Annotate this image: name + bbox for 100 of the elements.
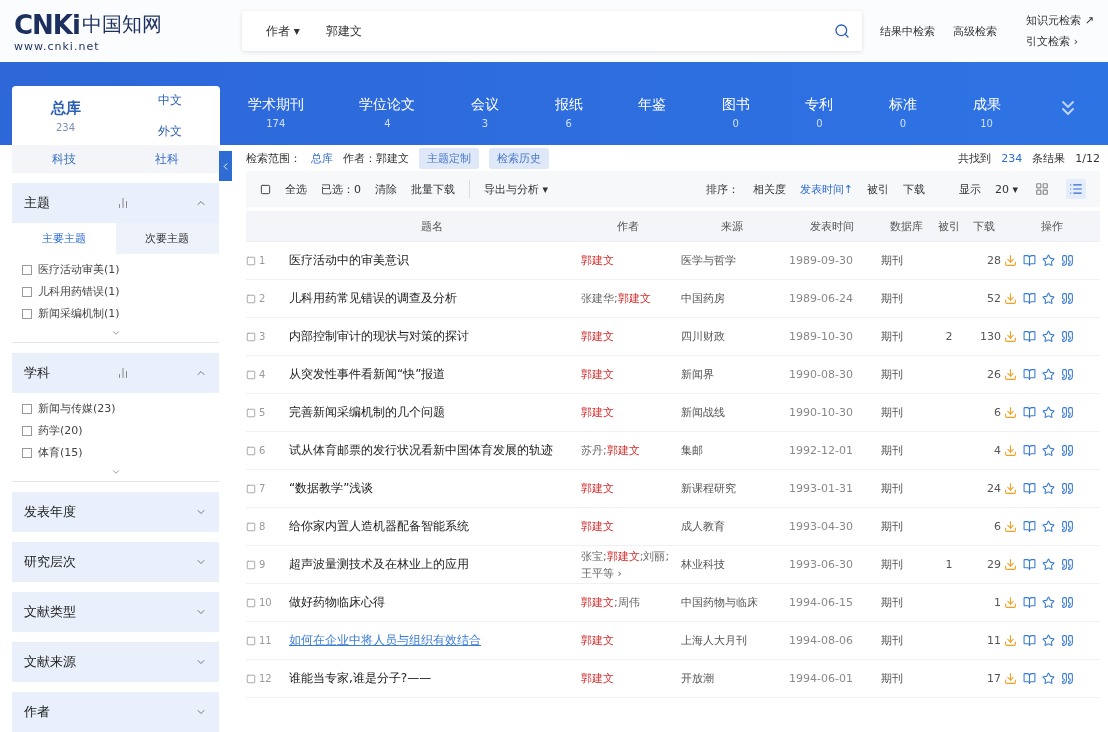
author-name[interactable]: 苏丹; [581, 444, 607, 457]
download-icon[interactable] [1004, 444, 1017, 457]
filter-header[interactable]: 学科 [12, 353, 220, 393]
read-icon[interactable] [1023, 596, 1036, 609]
download-icon[interactable] [1004, 368, 1017, 381]
collect-icon[interactable] [1042, 558, 1055, 571]
collect-icon[interactable] [1042, 292, 1055, 305]
download-icon[interactable] [1004, 406, 1017, 419]
read-icon[interactable] [1023, 368, 1036, 381]
column-header[interactable]: 下载 [964, 218, 1004, 234]
download-icon[interactable] [1004, 254, 1017, 267]
article-title[interactable]: 从突发性事件看新闻“快”报道 [286, 366, 578, 383]
column-header[interactable]: 被引 [934, 218, 964, 234]
checkbox-icon[interactable] [246, 673, 256, 684]
column-header[interactable]: 作者 [578, 218, 678, 234]
database-tab[interactable]: 图书 0 [721, 96, 750, 129]
search-link[interactable]: 结果中检索 [880, 23, 935, 39]
author-name[interactable]: 郭建文 [581, 520, 614, 533]
field-select[interactable]: 作者 ▾ [266, 22, 300, 40]
read-icon[interactable] [1023, 292, 1036, 305]
download-icon[interactable] [1004, 634, 1017, 647]
author-name[interactable]: 郭建文 [581, 634, 614, 647]
article-title[interactable]: 给你家内置人造机器配备智能系统 [286, 518, 578, 535]
checkbox[interactable] [22, 264, 32, 275]
checkbox-icon[interactable] [246, 597, 256, 608]
read-icon[interactable] [1023, 254, 1036, 267]
checkbox-icon[interactable] [260, 183, 271, 195]
read-icon[interactable] [1023, 634, 1036, 647]
filter-header[interactable]: 研究层次 [12, 542, 220, 582]
scope-title[interactable]: 总库 [50, 98, 81, 118]
filter-option[interactable]: 医疗活动审美(1) [22, 262, 210, 277]
filter-option[interactable]: 儿科用药错误(1) [22, 284, 210, 299]
checkbox-icon[interactable] [246, 559, 256, 570]
collapse-handle[interactable] [219, 151, 232, 181]
download-icon[interactable] [1004, 596, 1017, 609]
author-name[interactable]: 张宝; [581, 549, 607, 563]
database-tab[interactable]: 成果 10 [972, 96, 1001, 129]
checkbox[interactable] [22, 403, 32, 414]
read-icon[interactable] [1023, 406, 1036, 419]
quote-icon[interactable] [1061, 292, 1074, 305]
download-icon[interactable] [1004, 672, 1017, 685]
checkbox-icon[interactable] [246, 635, 256, 646]
sort-option[interactable]: 相关度 [752, 181, 786, 197]
more-icon[interactable] [110, 328, 121, 338]
language-link[interactable]: 外文 [157, 122, 182, 140]
database-tab[interactable]: 会议 3 [471, 96, 499, 129]
search-field[interactable]: 作者 ▾ 郭建文 [242, 11, 862, 51]
collect-icon[interactable] [1042, 254, 1055, 267]
database-tab[interactable]: 标准 0 [888, 96, 917, 129]
chart-icon[interactable] [116, 197, 129, 209]
collect-icon[interactable] [1042, 520, 1055, 533]
batch-download[interactable]: 批量下载 [411, 181, 455, 197]
filter-header[interactable]: 作者 [12, 692, 220, 732]
collect-icon[interactable] [1042, 368, 1055, 381]
collect-icon[interactable] [1042, 406, 1055, 419]
quote-icon[interactable] [1061, 520, 1074, 533]
article-title[interactable]: 内部控制审计的现状与对策的探讨 [286, 328, 578, 345]
read-icon[interactable] [1023, 482, 1036, 495]
search-link[interactable]: 引文检索 › [1026, 34, 1094, 49]
author-name[interactable]: 郭建文 [606, 444, 640, 457]
quote-icon[interactable] [1061, 672, 1074, 685]
more-icon[interactable] [110, 467, 121, 477]
article-title[interactable]: 医疗活动中的审美意识 [286, 252, 578, 269]
download-icon[interactable] [1004, 482, 1017, 495]
author-name[interactable]: ;刘丽; [639, 549, 670, 563]
author-name[interactable]: 郭建文 [581, 672, 614, 685]
author-name[interactable]: 郭建文 [581, 330, 614, 343]
author-name[interactable]: 王平等 › [581, 566, 622, 580]
quote-icon[interactable] [1061, 482, 1074, 495]
article-title[interactable]: 做好药物临床心得 [286, 594, 578, 611]
checkbox-icon[interactable] [246, 483, 256, 494]
export-menu[interactable]: 导出与分析 ▾ [484, 181, 549, 197]
author-name[interactable]: 郭建文 [581, 406, 614, 419]
filter-option[interactable]: 新闻采编机制(1) [22, 306, 210, 321]
chart-icon[interactable] [116, 367, 129, 379]
author-name[interactable]: 郭建文 [581, 254, 614, 267]
language-link[interactable]: 中文 [157, 91, 182, 109]
filter-header[interactable]: 文献类型 [12, 592, 220, 632]
query-chip[interactable]: 检索历史 [489, 147, 549, 169]
article-title[interactable]: 如何在企业中将人员与组织有效结合 [286, 632, 578, 649]
checkbox[interactable] [22, 286, 32, 297]
collect-icon[interactable] [1042, 672, 1055, 685]
filter-tab[interactable]: 次要主题 [115, 223, 220, 254]
filter-option[interactable]: 药学(20) [22, 423, 210, 438]
filter-option[interactable]: 新闻与传媒(23) [22, 401, 210, 416]
article-title[interactable]: 谁能当专家,谁是分子?—— [286, 670, 578, 687]
page-size-select[interactable]: 20 ▾ [995, 182, 1018, 196]
scope-value[interactable]: 总库 [311, 150, 333, 166]
collect-icon[interactable] [1042, 634, 1055, 647]
checkbox-icon[interactable] [246, 255, 256, 266]
category-tab[interactable]: 社科 [155, 150, 180, 168]
filter-header[interactable]: 发表年度 [12, 492, 220, 532]
collect-icon[interactable] [1042, 330, 1055, 343]
sort-option[interactable]: 被引 [867, 181, 889, 197]
query-chip[interactable]: 主题定制 [419, 147, 479, 169]
checkbox[interactable] [22, 425, 32, 436]
author-name[interactable]: 郭建文 [581, 482, 614, 495]
quote-icon[interactable] [1061, 368, 1074, 381]
list-view-icon[interactable] [1066, 179, 1086, 199]
filter-option[interactable]: 体育(15) [22, 445, 210, 460]
